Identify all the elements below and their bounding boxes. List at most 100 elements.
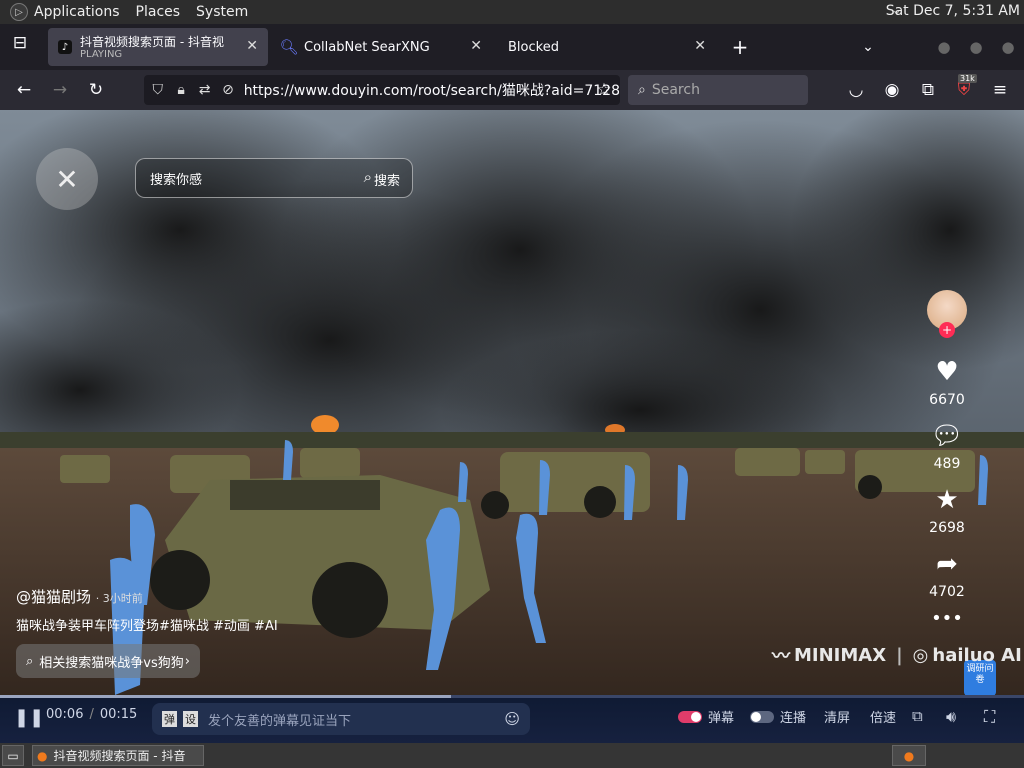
maximize-window-icon[interactable]: ● xyxy=(964,35,988,59)
volume-icon[interactable]: 🔊︎ xyxy=(946,707,956,727)
fullscreen-icon[interactable]: ⛶ xyxy=(984,707,995,727)
distro-logo-icon[interactable]: ▷ xyxy=(10,3,28,21)
shield-icon[interactable]: ⛉ xyxy=(148,79,167,101)
danmu-input[interactable]: 弹 设 发个友善的弹幕见证当下 ☺ xyxy=(152,703,530,735)
picture-in-picture-icon[interactable]: ⧉ xyxy=(912,707,923,725)
autoplay-switch[interactable]: 连播 xyxy=(750,707,806,726)
video-description[interactable]: 猫咪战争装甲车阵列登场#猫咪战 #动画 #AI xyxy=(16,615,278,634)
bookmark-star-icon[interactable]: ☆ xyxy=(592,78,616,102)
tab-overview-icon[interactable]: ⊟ xyxy=(8,31,32,55)
video-search-button[interactable]: 搜索 xyxy=(374,170,400,189)
engagement-sidebar: + ♥ 6670 💬︎ 489 ★ 2698 ➦ 4702 ••• xyxy=(916,290,978,629)
url-bar[interactable]: ⛉ 🔒︎ ⇄ ⊘ https://www.douyin.com/root/sea… xyxy=(144,75,620,105)
more-options-icon[interactable]: ••• xyxy=(916,608,978,629)
chevron-right-icon: › xyxy=(184,653,190,669)
top-panel: ▷ Applications Places System ⌄ Sat Dec 7… xyxy=(0,0,1024,24)
tab-playing-label: PLAYING xyxy=(80,48,123,60)
author-name[interactable]: @猫猫剧场 xyxy=(16,588,91,606)
close-icon: ✕ xyxy=(55,162,79,196)
autoplay-label: 连播 xyxy=(780,711,807,726)
minimize-window-icon[interactable]: ● xyxy=(932,35,956,59)
pause-icon[interactable]: ❚❚ xyxy=(14,707,44,728)
url-text[interactable]: https://www.douyin.com/root/search/猫咪战?a… xyxy=(244,80,620,100)
video-search-placeholder: 搜索你感 xyxy=(150,172,203,188)
applications-menu[interactable]: Applications xyxy=(34,4,120,20)
tab-searxng[interactable]: 🔍︎ CollabNet SearXNG ✕ xyxy=(272,28,492,66)
emoji-icon[interactable]: ☺ xyxy=(504,710,520,728)
speed-button[interactable]: 倍速 xyxy=(870,707,896,726)
new-tab-icon[interactable]: + xyxy=(728,35,752,59)
watermark-hailuo: hailuo AI xyxy=(932,644,1022,666)
danmu-switch-label: 弹幕 xyxy=(708,711,735,726)
autoplay-blocked-icon[interactable]: ⊘ xyxy=(218,79,237,101)
danmu-toggle-icon[interactable]: 弹 xyxy=(162,711,177,727)
comment-bubble-icon[interactable]: 💬︎ xyxy=(916,422,978,450)
watermark-minimax: MINIMAX xyxy=(794,644,887,666)
video-search-input[interactable]: 搜索你感 ⌕ 搜索 xyxy=(135,158,413,198)
extensions-icon[interactable]: ⧉ xyxy=(916,78,940,102)
lock-icon[interactable]: 🔒︎ xyxy=(171,79,190,101)
duration: 00:15 xyxy=(99,707,138,722)
favorite-count: 2698 xyxy=(929,520,965,536)
share-count: 4702 xyxy=(929,584,965,600)
author-avatar[interactable]: + xyxy=(927,290,967,338)
close-tab-icon[interactable]: ✕ xyxy=(694,38,706,54)
follow-plus-icon[interactable]: + xyxy=(939,322,955,338)
taskbar-firefox-window[interactable]: ● 抖音视频搜索页面 - 抖音 xyxy=(32,745,204,766)
post-time: · 3小时前 xyxy=(95,592,143,605)
search-favicon-icon: 🔍︎ xyxy=(279,38,299,56)
progress-fill xyxy=(0,695,451,698)
tiktok-favicon-icon: ♪ xyxy=(58,40,72,54)
hamburger-menu-icon[interactable]: ≡ xyxy=(988,78,1012,102)
workspace-switcher-icon[interactable]: ● xyxy=(892,745,926,766)
progress-bar[interactable] xyxy=(0,695,1024,698)
close-video-button[interactable]: ✕ xyxy=(36,148,98,210)
search-placeholder: Search xyxy=(651,82,700,98)
time-separator: / xyxy=(89,707,94,722)
account-icon[interactable]: ◉ xyxy=(880,78,904,102)
system-menu[interactable]: System xyxy=(196,4,248,20)
heart-icon[interactable]: ♥ xyxy=(916,358,978,386)
permissions-icon[interactable]: ⇄ xyxy=(195,79,214,101)
forward-arrow-icon[interactable]: → xyxy=(48,78,72,102)
tab-title: Blocked xyxy=(508,39,559,55)
danmu-placeholder: 发个友善的弹幕见证当下 xyxy=(208,713,352,729)
comment-stat[interactable]: 💬︎ 489 xyxy=(916,422,978,472)
nav-toolbar: ← → ↻ ⛉ 🔒︎ ⇄ ⊘ https://www.douyin.com/ro… xyxy=(0,70,1024,110)
list-tabs-chevron-down-icon[interactable]: ⌄ xyxy=(856,35,880,59)
related-search-label: 相关搜索猫咪战争vs狗狗 xyxy=(39,655,184,671)
like-stat[interactable]: ♥ 6670 xyxy=(916,358,978,408)
clock[interactable]: Sat Dec 7, 5:31 AM xyxy=(886,3,1020,19)
danmu-settings-icon[interactable]: 设 xyxy=(183,711,198,727)
danmu-switch[interactable]: 弹幕 xyxy=(678,707,734,726)
tab-strip: ⊟ ♪ 抖音视频搜索页面 - 抖音视 PLAYING ✕ 🔍︎ CollabNe… xyxy=(0,24,1024,70)
waveform-logo-icon: 〰 xyxy=(772,646,790,667)
close-tab-icon[interactable]: ✕ xyxy=(470,38,482,54)
bottom-taskbar: ▭ ● 抖音视频搜索页面 - 抖音 ● xyxy=(0,743,1024,768)
toggle-off-icon xyxy=(750,710,774,723)
places-menu[interactable]: Places xyxy=(136,4,181,20)
related-search-button[interactable]: ⌕ 相关搜索猫咪战争vs狗狗 › xyxy=(16,644,200,678)
search-bar[interactable]: ⌕ Search xyxy=(628,75,808,105)
favorite-stat[interactable]: ★ 2698 xyxy=(916,486,978,536)
share-stat[interactable]: ➦ 4702 xyxy=(916,550,978,600)
like-count: 6670 xyxy=(929,392,965,408)
reload-icon[interactable]: ↻ xyxy=(84,78,108,102)
player-control-bar: ❚❚ 00:06 / 00:15 弹 设 发个友善的弹幕见证当下 ☺ 弹幕 连播… xyxy=(0,695,1024,743)
share-arrow-icon[interactable]: ➦ xyxy=(916,550,978,578)
close-window-icon[interactable]: ● xyxy=(996,35,1020,59)
comment-count: 489 xyxy=(933,456,961,472)
pocket-icon[interactable]: ◡ xyxy=(844,78,868,102)
back-arrow-icon[interactable]: ← xyxy=(12,78,36,102)
ublock-icon[interactable]: ⛨ 31k xyxy=(952,74,977,102)
tab-douyin[interactable]: ♪ 抖音视频搜索页面 - 抖音视 PLAYING ✕ xyxy=(48,28,268,66)
video-player-area[interactable]: ✕ 搜索你感 ⌕ 搜索 + ♥ 6670 💬︎ 489 ★ 2698 ➦ 470… xyxy=(0,110,1024,743)
close-tab-icon[interactable]: ✕ xyxy=(246,38,258,54)
ai-watermark: 〰 MINIMAX | ◎ hailuo AI xyxy=(772,642,1022,668)
star-icon[interactable]: ★ xyxy=(916,486,978,514)
show-desktop-icon[interactable]: ▭ xyxy=(2,745,24,766)
search-icon[interactable]: ⌕ xyxy=(364,168,372,186)
toggle-on-icon xyxy=(678,710,702,723)
tab-blocked[interactable]: Blocked ✕ xyxy=(496,28,716,66)
clear-screen-button[interactable]: 清屏 xyxy=(824,707,850,726)
